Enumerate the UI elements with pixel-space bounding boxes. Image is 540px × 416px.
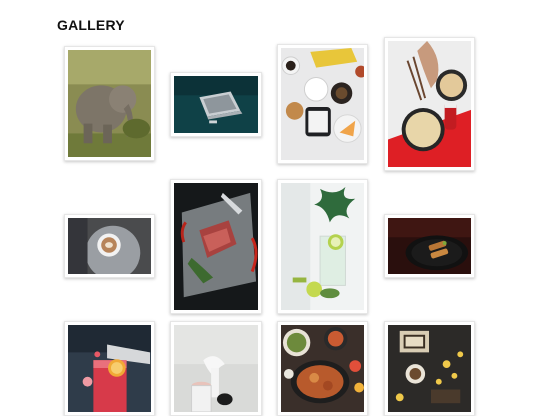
gallery-item-coffee-flatlay[interactable] xyxy=(277,44,368,164)
page-title: GALLERY xyxy=(57,17,125,34)
gallery-item-plated-dish[interactable] xyxy=(384,214,475,278)
photo-steak xyxy=(174,183,258,310)
gallery-item-elephant[interactable] xyxy=(64,46,155,161)
photo-coffee-flatlay xyxy=(281,48,364,160)
gallery-item-food-spread[interactable] xyxy=(277,321,368,416)
gallery-item-steak[interactable] xyxy=(170,179,262,314)
photo-plated-dish xyxy=(388,218,471,274)
gallery-item-laptop[interactable] xyxy=(170,72,262,137)
gallery-item-cream-pour[interactable] xyxy=(170,321,262,416)
photo-noodles xyxy=(388,41,471,167)
photo-laptop xyxy=(174,76,258,133)
gallery-item-noodles[interactable] xyxy=(384,37,475,171)
photo-red-cocktail xyxy=(68,325,151,412)
photo-elephant xyxy=(68,50,151,157)
photo-latte xyxy=(68,218,151,274)
photo-lime-drink xyxy=(281,183,364,310)
photo-cream-pour xyxy=(174,325,258,412)
gallery-item-latte[interactable] xyxy=(64,214,155,278)
gallery-item-lime-drink[interactable] xyxy=(277,179,368,314)
photo-food-spread xyxy=(281,325,364,412)
gallery-item-dessert-box[interactable] xyxy=(384,321,475,416)
gallery-item-red-cocktail[interactable] xyxy=(64,321,155,416)
photo-dessert-box xyxy=(388,325,471,412)
